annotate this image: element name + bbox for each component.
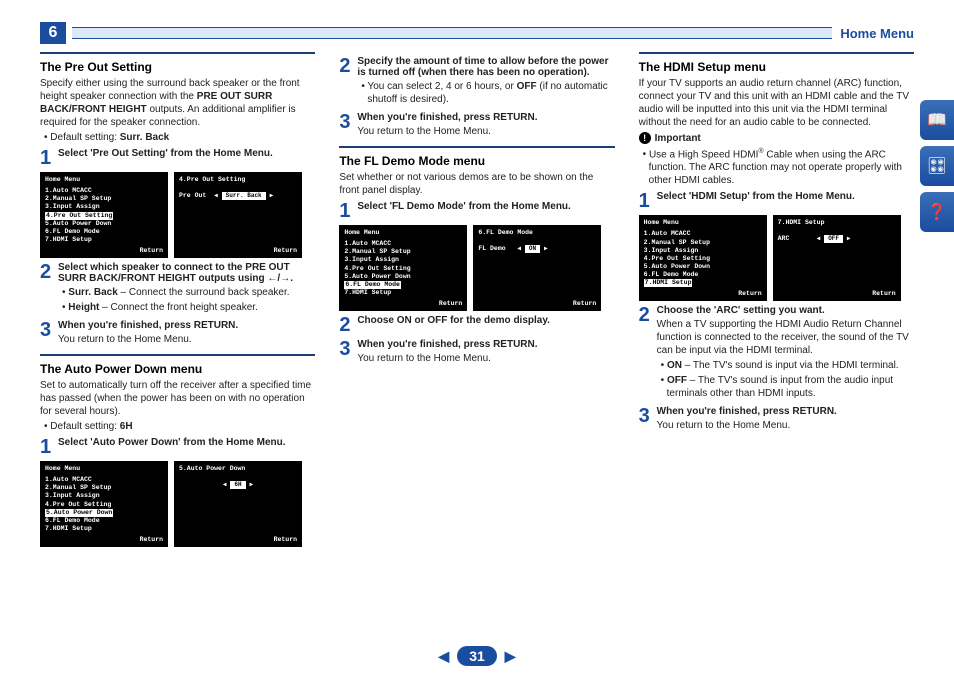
- osd-screens: Home Menu 1.Auto MCACC 2.Manual SP Setup…: [339, 225, 614, 311]
- note: Use a High Speed HDMI® Cable when using …: [639, 147, 914, 187]
- step-3: 3 When you're finished, press RETURN. Yo…: [339, 112, 614, 140]
- step-2: 2 Choose the 'ARC' setting you want. Whe…: [639, 305, 914, 402]
- osd-screens: Home Menu 1.Auto MCACC 2.Manual SP Setup…: [40, 172, 315, 258]
- section-desc: Specify either using the surround back s…: [40, 77, 315, 129]
- tab-device-icon[interactable]: 🎛: [920, 146, 954, 186]
- step-1: 1 Select 'Pre Out Setting' from the Home…: [40, 148, 315, 168]
- osd-home-menu: Home Menu 1.Auto MCACC 2.Manual SP Setup…: [40, 461, 168, 547]
- osd-screens: Home Menu 1.Auto MCACC 2.Manual SP Setup…: [639, 215, 914, 301]
- column-1: The Pre Out Setting Specify either using…: [40, 52, 315, 551]
- step-1: 1 Select 'Auto Power Down' from the Home…: [40, 437, 315, 457]
- osd-home-menu: Home Menu 1.Auto MCACC 2.Manual SP Setup…: [40, 172, 168, 258]
- section-title: The HDMI Setup menu: [639, 60, 914, 74]
- osd-preout-setting: 4.Pre Out Setting Pre Out ◀ Surr. Back ▶…: [174, 172, 302, 258]
- header-rule: [72, 27, 832, 39]
- chapter-title: Home Menu: [840, 26, 914, 41]
- page-footer: ◀ 31 ▶: [0, 646, 954, 666]
- default-setting: Default setting: 6H: [40, 420, 315, 433]
- step-1: 1 Select 'HDMI Setup' from the Home Menu…: [639, 191, 914, 211]
- section-desc: Set to automatically turn off the receiv…: [40, 379, 315, 418]
- column-3: The HDMI Setup menu If your TV supports …: [639, 52, 914, 551]
- alert-icon: !: [639, 132, 651, 144]
- osd-hdmi-setup: 7.HDMI Setup ARC ◀ OFF ▶ Return: [773, 215, 901, 301]
- default-setting: Default setting: Surr. Back: [40, 131, 315, 144]
- step-2: 2 Specify the amount of time to allow be…: [339, 56, 614, 108]
- content-columns: The Pre Out Setting Specify either using…: [40, 52, 914, 551]
- tab-help-icon[interactable]: ❓: [920, 192, 954, 232]
- column-2: 2 Specify the amount of time to allow be…: [339, 52, 614, 551]
- next-page-icon[interactable]: ▶: [505, 648, 516, 665]
- tab-glossary-icon[interactable]: 📖: [920, 100, 954, 140]
- step-3: 3 When you're finished, press RETURN. Yo…: [639, 406, 914, 434]
- step-2: 2 Select which speaker to connect to the…: [40, 262, 315, 316]
- step-3: 3 When you're finished, press RETURN. Yo…: [339, 339, 614, 367]
- osd-home-menu: Home Menu 1.Auto MCACC 2.Manual SP Setup…: [639, 215, 767, 301]
- page-number: 31: [457, 646, 497, 666]
- side-nav-tabs: 📖 🎛 ❓: [920, 100, 954, 232]
- section-desc: If your TV supports an audio return chan…: [639, 77, 914, 129]
- page-header: 6 Home Menu: [40, 22, 914, 44]
- important-callout: ! Important: [639, 132, 914, 144]
- section-title: The FL Demo Mode menu: [339, 154, 614, 168]
- step-3: 3 When you're finished, press RETURN. Yo…: [40, 320, 315, 348]
- manual-page: 6 Home Menu The Pre Out Setting Specify …: [0, 0, 954, 674]
- section-desc: Set whether or not various demos are to …: [339, 171, 614, 197]
- osd-fl-demo: 6.FL Demo Mode FL Demo ◀ ON ▶ Return: [473, 225, 601, 311]
- step-2: 2 Choose ON or OFF for the demo display.: [339, 315, 614, 335]
- section-title: The Auto Power Down menu: [40, 362, 315, 376]
- step-1: 1 Select 'FL Demo Mode' from the Home Me…: [339, 201, 614, 221]
- section-title: The Pre Out Setting: [40, 60, 315, 74]
- osd-screens: Home Menu 1.Auto MCACC 2.Manual SP Setup…: [40, 461, 315, 547]
- prev-page-icon[interactable]: ◀: [438, 648, 449, 665]
- osd-home-menu: Home Menu 1.Auto MCACC 2.Manual SP Setup…: [339, 225, 467, 311]
- osd-auto-power-down: 5.Auto Power Down ◀ 6H ▶ Return: [174, 461, 302, 547]
- chapter-badge: 6: [40, 22, 66, 44]
